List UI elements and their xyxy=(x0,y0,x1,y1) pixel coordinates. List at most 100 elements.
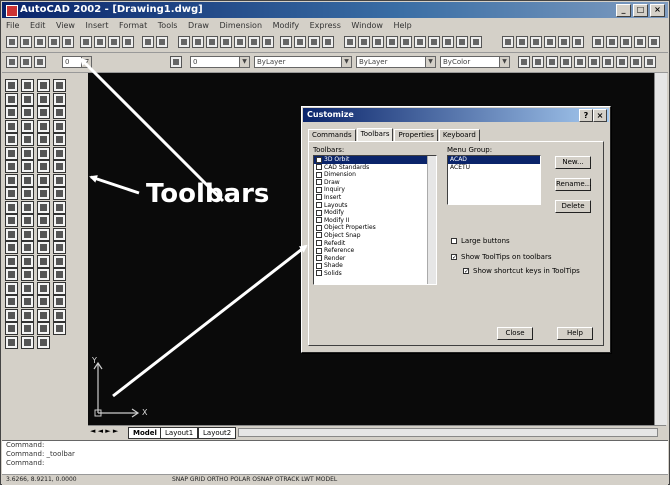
tool-button-icon[interactable] xyxy=(21,187,34,200)
horizontal-scrollbar[interactable] xyxy=(238,428,658,437)
toolbar-button-icon[interactable] xyxy=(34,56,46,68)
menu-help[interactable]: Help xyxy=(390,19,416,32)
tool-button-icon[interactable] xyxy=(37,79,50,92)
tool-button-icon[interactable] xyxy=(21,200,34,214)
toolbar-button-icon[interactable] xyxy=(308,36,320,48)
toolbar-visible-checkbox[interactable] xyxy=(316,217,322,224)
toolbar-visible-checkbox[interactable] xyxy=(316,270,322,277)
tool-button-icon[interactable] xyxy=(37,335,50,349)
menu-group-item[interactable]: ACETU xyxy=(448,164,540,172)
toolbar-button-icon[interactable] xyxy=(386,36,398,48)
toolbar-button-icon[interactable] xyxy=(532,56,544,68)
tool-button-icon[interactable] xyxy=(5,227,18,241)
tool-button-icon[interactable] xyxy=(37,295,50,308)
tool-button-icon[interactable] xyxy=(53,200,66,214)
toolbar-button-icon[interactable] xyxy=(620,36,632,48)
drafting-mode-buttons[interactable]: SNAP GRID ORTHO POLAR OSNAP OTRACK LWT M… xyxy=(172,475,337,485)
tool-button-icon[interactable] xyxy=(5,187,18,200)
tool-button-icon[interactable] xyxy=(21,268,34,281)
toolbar-button-icon[interactable] xyxy=(322,36,334,48)
tool-button-icon[interactable] xyxy=(53,281,66,295)
toolbar-button-icon[interactable] xyxy=(546,56,558,68)
tool-button-icon[interactable] xyxy=(53,146,66,160)
close-button[interactable]: × xyxy=(650,4,665,17)
layer-state-dropdown[interactable]: 0 ▼ xyxy=(62,56,92,68)
tab-commands[interactable]: Commands xyxy=(308,129,356,141)
toolbar-button-icon[interactable] xyxy=(574,56,586,68)
tool-button-icon[interactable] xyxy=(37,146,50,160)
toolbar-button-icon[interactable] xyxy=(592,36,604,48)
tab-model[interactable]: Model xyxy=(128,427,162,439)
vertical-scrollbar[interactable] xyxy=(654,73,667,425)
toolbar-list-item[interactable]: Shade xyxy=(314,262,436,270)
tool-button-icon[interactable] xyxy=(53,92,66,106)
tool-button-icon[interactable] xyxy=(53,119,66,133)
toolbar-button-icon[interactable] xyxy=(192,36,204,48)
dialog-close-button[interactable]: × xyxy=(593,109,607,122)
tool-button-icon[interactable] xyxy=(21,281,34,295)
menu-tools[interactable]: Tools xyxy=(154,19,182,32)
toolbar-button-icon[interactable] xyxy=(518,56,530,68)
toolbar-list-item[interactable]: Object Snap xyxy=(314,232,436,240)
toolbar-button-icon[interactable] xyxy=(560,56,572,68)
toolbar-button-icon[interactable] xyxy=(178,36,190,48)
delete-button[interactable]: Delete xyxy=(555,200,591,213)
toolbar-button-icon[interactable] xyxy=(294,36,306,48)
toolbar-button-icon[interactable] xyxy=(516,36,528,48)
toolbar-button-icon[interactable] xyxy=(456,36,468,48)
toolbars-list[interactable]: 3D Orbit CAD Standards Dimension Draw Inquir… xyxy=(313,155,437,285)
toolbar-button-icon[interactable] xyxy=(108,36,120,48)
toolbar-list-item[interactable]: Layouts xyxy=(314,202,436,210)
tab-layout1[interactable]: Layout1 xyxy=(160,427,199,439)
tool-button-icon[interactable] xyxy=(5,119,18,133)
tool-button-icon[interactable] xyxy=(21,295,34,308)
tool-button-icon[interactable] xyxy=(21,79,34,92)
menu-file[interactable]: File xyxy=(2,19,23,32)
tool-button-icon[interactable] xyxy=(5,106,18,119)
tool-button-icon[interactable] xyxy=(53,187,66,200)
toolbar-button-icon[interactable] xyxy=(372,36,384,48)
tab-toolbars[interactable]: Toolbars xyxy=(356,128,394,141)
tool-button-icon[interactable] xyxy=(37,160,50,173)
menu-group-item[interactable]: ACAD xyxy=(448,156,540,164)
toolbar-visible-checkbox[interactable] xyxy=(316,194,322,201)
tool-button-icon[interactable] xyxy=(53,322,66,335)
linetype-dropdown[interactable]: ByLayer ▼ xyxy=(254,56,352,68)
tab-keyboard[interactable]: Keyboard xyxy=(438,129,480,141)
tab-layout2[interactable]: Layout2 xyxy=(198,427,237,439)
tool-button-icon[interactable] xyxy=(53,214,66,227)
tool-button-icon[interactable] xyxy=(21,254,34,268)
toolbar-visible-checkbox[interactable] xyxy=(316,209,322,216)
toolbar-visible-checkbox[interactable] xyxy=(316,262,322,269)
tab-properties[interactable]: Properties xyxy=(394,129,438,141)
toolbar-button-icon[interactable] xyxy=(80,36,92,48)
toolbar-button-icon[interactable] xyxy=(280,36,292,48)
command-window[interactable]: Command: Command: _toolbar Command: xyxy=(2,440,668,474)
toolbar-list-item[interactable]: Refedit xyxy=(314,240,436,248)
toolbar-button-icon[interactable] xyxy=(644,56,656,68)
tool-button-icon[interactable] xyxy=(37,268,50,281)
toolbar-button-icon[interactable] xyxy=(602,56,614,68)
tool-button-icon[interactable] xyxy=(5,254,18,268)
lineweight-dropdown[interactable]: ByLayer ▼ xyxy=(356,56,436,68)
tool-button-icon[interactable] xyxy=(21,133,34,146)
tool-button-icon[interactable] xyxy=(37,92,50,106)
tool-button-icon[interactable] xyxy=(5,146,18,160)
tool-button-icon[interactable] xyxy=(37,200,50,214)
help-button[interactable]: Help xyxy=(557,327,593,340)
toolbar-button-icon[interactable] xyxy=(544,36,556,48)
rename-button[interactable]: Rename... xyxy=(555,178,591,191)
toolbar-button-icon[interactable] xyxy=(588,56,600,68)
toolbar-button-icon[interactable] xyxy=(630,56,642,68)
toolbar-button-icon[interactable] xyxy=(442,36,454,48)
tool-button-icon[interactable] xyxy=(21,160,34,173)
tool-button-icon[interactable] xyxy=(5,160,18,173)
tool-button-icon[interactable] xyxy=(37,214,50,227)
tool-button-icon[interactable] xyxy=(53,79,66,92)
toolbar-button-icon[interactable] xyxy=(558,36,570,48)
tool-button-icon[interactable] xyxy=(53,268,66,281)
close-dialog-button[interactable]: Close xyxy=(497,327,533,340)
tool-button-icon[interactable] xyxy=(5,335,18,349)
toolbar-button-icon[interactable] xyxy=(606,36,618,48)
menu-group-list[interactable]: ACAD ACETU xyxy=(447,155,541,205)
